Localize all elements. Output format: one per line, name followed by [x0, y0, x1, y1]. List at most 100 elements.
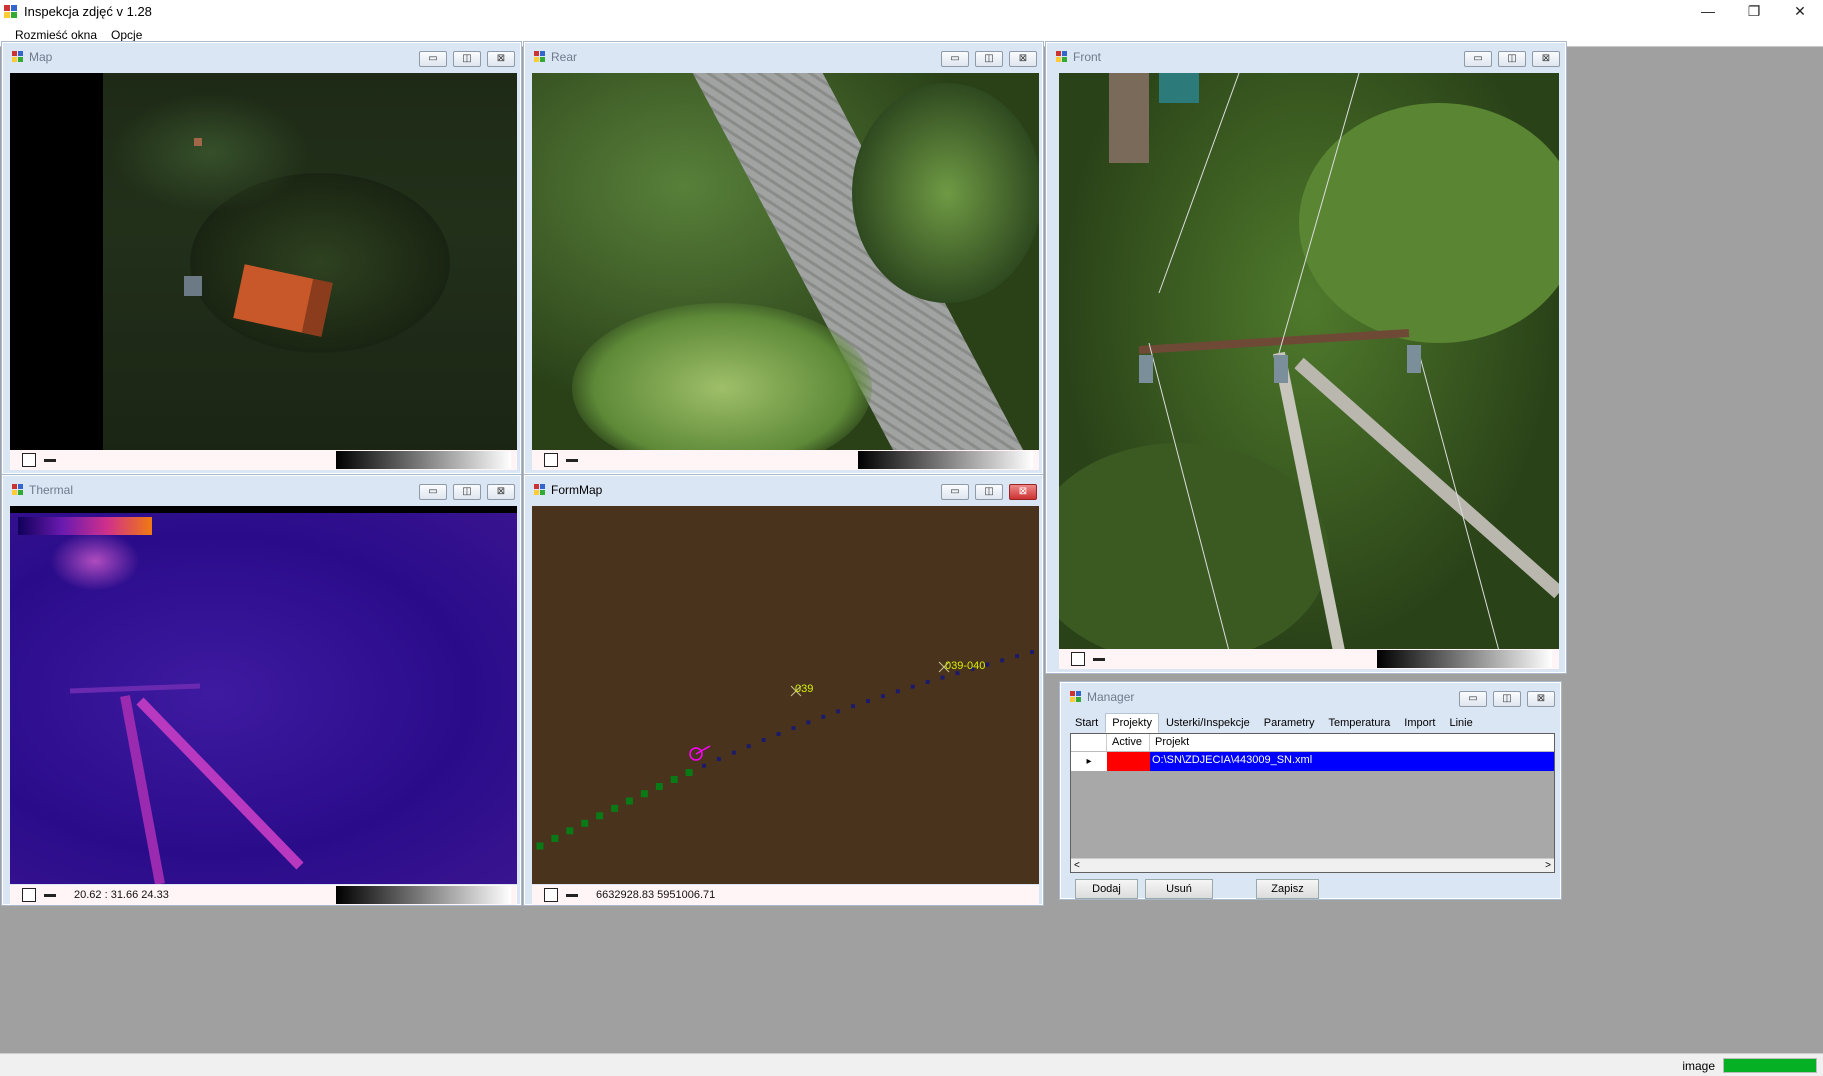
minimize-icon[interactable]: ▭	[941, 51, 969, 67]
remove-button[interactable]: Usuń	[1145, 879, 1213, 899]
thermal-window[interactable]: Thermal ▭ ◫ ⊠ 20.62 : 31.66 24.33	[1, 474, 522, 906]
mdi-workspace: Map ▭ ◫ ⊠ Rear ▭ ◫ ⊠ Front ▭ ◫ ⊠ Thermal…	[0, 41, 1823, 1053]
horizontal-scrollbar[interactable]: < >	[1071, 858, 1554, 872]
current-position-marker	[689, 745, 711, 761]
rear-window[interactable]: Rear ▭ ◫ ⊠	[523, 41, 1044, 475]
manager-window[interactable]: Manager ▭ ◫ ⊠ Start Projekty Usterki/Ins…	[1059, 681, 1562, 900]
tab-temperatura[interactable]: Temperatura	[1322, 713, 1398, 733]
track-point	[866, 699, 870, 704]
map-image[interactable]	[10, 73, 517, 450]
minimize-icon[interactable]: ▭	[1464, 51, 1492, 67]
add-button[interactable]: Dodaj	[1075, 879, 1138, 899]
flight-path-map[interactable]: 039 039-040	[532, 506, 1039, 884]
restore-button[interactable]: ❐	[1731, 0, 1777, 22]
window-icon	[1056, 51, 1068, 63]
close-icon[interactable]: ⊠	[487, 51, 515, 67]
track-point	[685, 769, 693, 777]
close-icon[interactable]: ⊠	[1009, 51, 1037, 67]
tab-start[interactable]: Start	[1068, 713, 1105, 733]
track-point	[1000, 658, 1005, 663]
window-icon	[534, 51, 546, 63]
manager-window-caption[interactable]: Manager ▭ ◫ ⊠	[1060, 682, 1561, 712]
front-window[interactable]: Front ▭ ◫ ⊠	[1045, 41, 1567, 674]
minimize-button[interactable]: —	[1685, 0, 1731, 22]
thermal-image[interactable]	[10, 506, 517, 884]
row-selector-icon[interactable]: ▸	[1071, 752, 1107, 771]
checkbox[interactable]	[544, 888, 558, 902]
line-icon[interactable]	[566, 458, 578, 462]
scroll-left-icon[interactable]: <	[1074, 860, 1080, 871]
window-icon	[1070, 691, 1082, 703]
pole-marker-039[interactable]: 039	[790, 683, 813, 697]
thermal-window-caption[interactable]: Thermal ▭ ◫ ⊠	[2, 475, 521, 505]
maximize-icon[interactable]: ◫	[1493, 691, 1521, 707]
rear-image[interactable]	[532, 73, 1039, 450]
checkbox[interactable]	[544, 453, 558, 467]
scroll-right-icon[interactable]: >	[1545, 860, 1551, 871]
front-image[interactable]	[1059, 73, 1559, 651]
projects-grid[interactable]: Active Projekt ▸ O:\SN\ZDJECIA\443009_SN…	[1070, 733, 1555, 873]
close-icon[interactable]: ⊠	[1009, 484, 1037, 500]
maximize-icon[interactable]: ◫	[975, 484, 1003, 500]
close-icon[interactable]: ⊠	[1532, 51, 1560, 67]
checkbox[interactable]	[22, 888, 36, 902]
track-point	[910, 684, 915, 689]
active-cell[interactable]	[1107, 752, 1150, 771]
column-active[interactable]: Active	[1107, 734, 1150, 751]
thermal-window-title: Thermal	[29, 483, 74, 497]
map-window-caption[interactable]: Map ▭ ◫ ⊠	[2, 42, 521, 72]
temperature-readout: 20.62 : 31.66 24.33	[74, 889, 169, 901]
formmap-canvas[interactable]: 039 039-040	[532, 506, 1039, 884]
line-icon[interactable]	[1093, 657, 1105, 661]
line-icon[interactable]	[44, 458, 56, 462]
track-point	[596, 812, 604, 820]
save-button[interactable]: Zapisz	[1256, 879, 1319, 899]
maximize-icon[interactable]: ◫	[453, 484, 481, 500]
track-point	[791, 726, 796, 731]
thermal-footer: 20.62 : 31.66 24.33	[10, 885, 517, 905]
tab-projekty[interactable]: Projekty	[1105, 713, 1159, 733]
menu-opcje[interactable]: Opcje	[104, 28, 149, 42]
flight-track	[536, 650, 1034, 850]
line-icon[interactable]	[566, 893, 578, 897]
minimize-icon[interactable]: ▭	[1459, 691, 1487, 707]
close-icon[interactable]: ⊠	[487, 484, 515, 500]
checkbox[interactable]	[22, 453, 36, 467]
manager-tabs: Start Projekty Usterki/Inspekcje Paramet…	[1068, 713, 1480, 733]
track-point	[551, 834, 559, 842]
projekt-cell[interactable]: O:\SN\ZDJECIA\443009_SN.xml	[1150, 752, 1554, 771]
window-icon	[534, 484, 546, 496]
maximize-icon[interactable]: ◫	[1498, 51, 1526, 67]
map-window[interactable]: Map ▭ ◫ ⊠	[1, 41, 522, 475]
track-point	[940, 675, 945, 680]
tab-usterki-inspekcje[interactable]: Usterki/Inspekcje	[1159, 713, 1257, 733]
menu-rozmiesc-okna[interactable]: Rozmieść okna	[8, 28, 104, 42]
track-point	[716, 757, 721, 762]
maximize-icon[interactable]: ◫	[453, 51, 481, 67]
tab-import[interactable]: Import	[1397, 713, 1442, 733]
tab-parametry[interactable]: Parametry	[1257, 713, 1322, 733]
gradient-scale	[336, 451, 511, 469]
row-header-corner	[1071, 734, 1107, 751]
formmap-window-caption[interactable]: FormMap ▭ ◫ ⊠	[524, 475, 1043, 505]
table-row[interactable]: ▸ O:\SN\ZDJECIA\443009_SN.xml	[1071, 752, 1554, 771]
formmap-window[interactable]: FormMap ▭ ◫ ⊠ 039 039-040 6632928.83 595…	[523, 474, 1044, 906]
track-point	[581, 819, 589, 827]
tab-linie[interactable]: Linie	[1442, 713, 1479, 733]
minimize-icon[interactable]: ▭	[941, 484, 969, 500]
minimize-icon[interactable]: ▭	[419, 51, 447, 67]
pole-marker-039-040[interactable]: 039-040	[938, 660, 985, 673]
close-button[interactable]: ✕	[1777, 0, 1823, 22]
close-icon[interactable]: ⊠	[1527, 691, 1555, 707]
progress-fill	[1724, 1059, 1816, 1072]
pole-label-039-040: 039-040	[945, 660, 985, 672]
maximize-icon[interactable]: ◫	[975, 51, 1003, 67]
checkbox[interactable]	[1071, 652, 1085, 666]
grid-header: Active Projekt	[1071, 734, 1554, 752]
rear-window-caption[interactable]: Rear ▭ ◫ ⊠	[524, 42, 1043, 72]
line-icon[interactable]	[44, 893, 56, 897]
column-projekt[interactable]: Projekt	[1150, 734, 1554, 751]
minimize-icon[interactable]: ▭	[419, 484, 447, 500]
track-point	[670, 775, 678, 783]
front-window-caption[interactable]: Front ▭ ◫ ⊠	[1046, 42, 1566, 72]
